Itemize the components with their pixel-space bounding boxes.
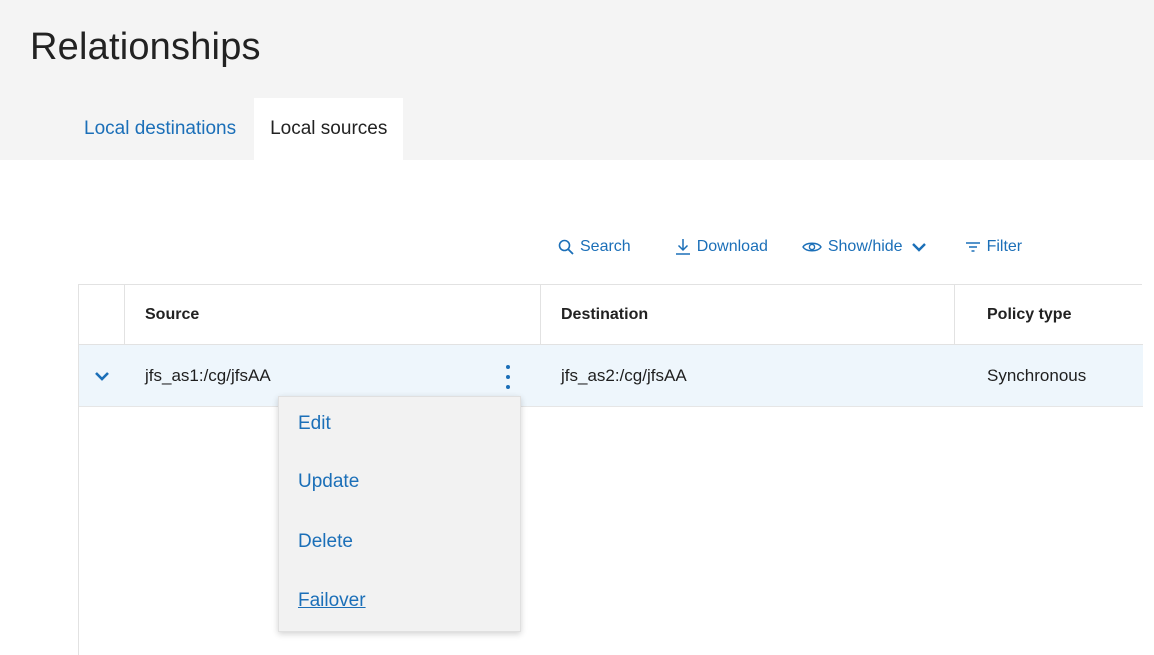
kebab-dot: [506, 385, 510, 389]
row-expand-toggle[interactable]: [79, 345, 125, 406]
search-label: Search: [580, 238, 631, 255]
chevron-down-icon: [911, 243, 926, 252]
column-header-source[interactable]: Source: [125, 285, 541, 344]
download-label: Download: [696, 238, 768, 255]
column-header-policy-type[interactable]: Policy type: [955, 285, 1143, 344]
search-button[interactable]: Search: [558, 238, 631, 256]
kebab-icon: [506, 365, 510, 369]
menu-item-update[interactable]: Update: [298, 471, 359, 493]
cell-policy-type: Synchronous: [987, 365, 1087, 385]
relationships-table: Source Destination Policy type jfs_as1:/…: [78, 284, 1143, 655]
menu-item-failover[interactable]: Failover: [298, 590, 366, 612]
cell-destination: jfs_as2:/cg/jfsAA: [561, 365, 687, 385]
header-expand-cell: [79, 285, 125, 344]
menu-item-edit[interactable]: Edit: [298, 413, 331, 435]
showhide-button[interactable]: Show/hide: [802, 238, 927, 256]
tab-local-sources[interactable]: Local sources: [254, 98, 404, 160]
search-icon: [558, 239, 574, 255]
table-row[interactable]: jfs_as1:/cg/jfsAA jfs_as2:/cg/jfsAA Sync…: [79, 345, 1143, 407]
column-header-destination[interactable]: Destination: [541, 285, 955, 344]
table-header: Source Destination Policy type: [79, 285, 1143, 345]
filter-label: Filter: [986, 238, 1023, 255]
filter-icon: [965, 242, 980, 252]
showhide-label: Show/hide: [827, 238, 903, 255]
filter-button[interactable]: Filter: [965, 238, 1023, 256]
chevron-down-icon: [95, 371, 109, 381]
kebab-dot: [506, 375, 510, 379]
download-icon: [675, 239, 690, 255]
table-toolbar: Search Download Show/hide Filter: [558, 232, 1022, 262]
page-title: Relationships: [30, 26, 261, 68]
menu-item-delete[interactable]: Delete: [298, 531, 353, 553]
tab-local-destinations[interactable]: Local destinations: [68, 98, 252, 160]
source-value: jfs_as1:/cg/jfsAA: [145, 365, 271, 385]
row-actions-menu: Edit Update Delete Failover: [278, 396, 521, 632]
tab-bar: Local destinations Local sources: [68, 98, 404, 160]
download-button[interactable]: Download: [675, 238, 768, 256]
eye-icon: [802, 242, 822, 252]
row-actions-button[interactable]: [503, 365, 513, 389]
